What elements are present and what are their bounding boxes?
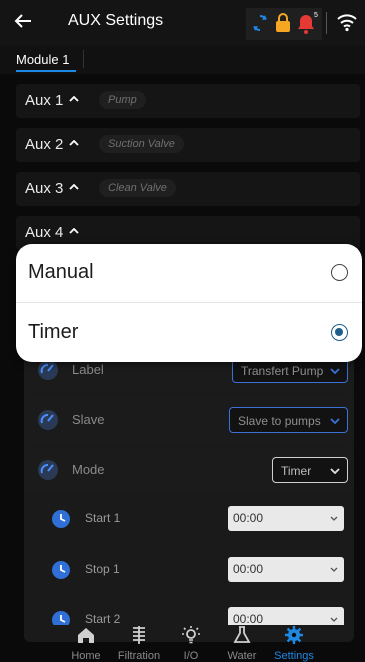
radio-checked[interactable] xyxy=(331,324,348,341)
aux-4-panel xyxy=(24,352,354,642)
nav-home[interactable]: Home xyxy=(58,625,114,662)
chevron-up-icon[interactable] xyxy=(69,184,79,190)
time-value: 00:00 xyxy=(233,511,264,525)
chevron-down-icon xyxy=(330,418,340,424)
status-divider xyxy=(326,12,327,34)
aux-tag: Clean Valve xyxy=(99,179,176,197)
mode-dropdown[interactable]: Timer xyxy=(272,457,348,483)
tab-module-1[interactable]: Module 1 xyxy=(16,52,69,67)
nav-label: Settings xyxy=(274,650,314,662)
mode-setting-row: Mode Timer xyxy=(24,448,354,492)
time-select[interactable]: 00:00 xyxy=(228,557,344,582)
nav-label: Water xyxy=(227,650,257,662)
nav-water[interactable]: Water xyxy=(214,625,270,662)
gauge-icon xyxy=(38,410,58,430)
back-arrow-icon[interactable] xyxy=(12,10,38,36)
nav-settings[interactable]: Settings xyxy=(266,625,322,662)
option-manual[interactable]: Manual xyxy=(16,244,362,302)
time-value: 00:00 xyxy=(233,562,264,576)
schedule-row-start-2: Start 2 00:00 xyxy=(40,600,354,625)
setting-label: Slave xyxy=(72,412,105,427)
top-bar: AUX Settings 5 xyxy=(0,0,365,46)
slave-setting-row: Slave Slave to pumps xyxy=(24,398,354,442)
nav-label: Filtration xyxy=(117,650,161,662)
aux-tag: Suction Valve xyxy=(99,135,184,153)
tab-underline xyxy=(16,70,76,72)
option-divider xyxy=(16,302,362,303)
lock-icon[interactable] xyxy=(274,13,292,33)
lightbulb-icon xyxy=(182,626,200,644)
nav-label: I/O xyxy=(183,650,199,662)
chevron-up-icon[interactable] xyxy=(69,96,79,102)
option-label: Timer xyxy=(28,321,79,343)
nav-filtration[interactable]: Filtration xyxy=(111,625,167,662)
setting-label: Mode xyxy=(72,462,105,477)
option-timer[interactable]: Timer xyxy=(16,304,362,362)
schedule-row-start-1: Start 1 00:00 xyxy=(40,499,354,539)
time-select[interactable]: 00:00 xyxy=(228,607,344,625)
filtration-icon xyxy=(133,626,145,644)
chevron-down-icon xyxy=(330,468,340,474)
module-tabs: Module 1 xyxy=(0,46,365,74)
aux-label: Aux 2 xyxy=(25,136,64,153)
dropdown-value: Transfert Pump xyxy=(241,364,324,378)
gauge-icon xyxy=(38,460,58,480)
notification-badge: 5 xyxy=(311,11,321,21)
nav-label: Home xyxy=(71,650,101,662)
chevron-down-icon xyxy=(330,368,340,374)
clock-icon xyxy=(52,510,70,528)
time-label: Start 1 xyxy=(85,511,121,525)
time-label: Stop 1 xyxy=(85,562,120,576)
aux-label: Aux 1 xyxy=(25,92,64,109)
time-label: Start 2 xyxy=(85,612,121,625)
schedule-row-stop-1: Stop 1 00:00 xyxy=(40,550,354,590)
chevron-down-icon xyxy=(330,567,338,572)
mode-picker-modal: Manual Timer xyxy=(16,244,362,362)
time-value: 00:00 xyxy=(233,612,264,625)
page-title: AUX Settings xyxy=(68,12,164,29)
aux-label: Aux 3 xyxy=(25,180,64,197)
chevron-down-icon xyxy=(330,617,338,622)
setting-label: Label xyxy=(72,362,104,377)
gear-icon xyxy=(285,626,303,644)
flask-icon xyxy=(233,626,251,643)
chevron-up-icon[interactable] xyxy=(69,140,79,146)
dropdown-value: Slave to pumps xyxy=(238,414,321,428)
bottom-nav: Home Filtration I/O Water Settings xyxy=(40,625,330,662)
time-select[interactable]: 00:00 xyxy=(228,506,344,531)
clock-icon xyxy=(52,611,70,625)
option-label: Manual xyxy=(28,261,94,283)
home-icon xyxy=(78,628,94,643)
chevron-down-icon xyxy=(330,516,338,521)
aux-row-3[interactable]: Aux 3 Clean Valve xyxy=(16,172,360,206)
slave-dropdown[interactable]: Slave to pumps xyxy=(229,407,348,433)
chevron-up-icon[interactable] xyxy=(69,228,79,234)
radio-unchecked[interactable] xyxy=(331,264,348,281)
aux-row-1[interactable]: Aux 1 Pump xyxy=(16,84,360,118)
aux-row-2[interactable]: Aux 2 Suction Valve xyxy=(16,128,360,162)
wifi-icon[interactable] xyxy=(336,12,358,32)
aux-label: Aux 4 xyxy=(25,224,64,241)
clock-icon xyxy=(52,561,70,579)
dropdown-value: Timer xyxy=(281,464,312,478)
aux-tag: Pump xyxy=(99,91,146,109)
sync-icon[interactable] xyxy=(250,13,270,33)
tab-divider xyxy=(83,50,84,68)
nav-io[interactable]: I/O xyxy=(163,625,219,662)
